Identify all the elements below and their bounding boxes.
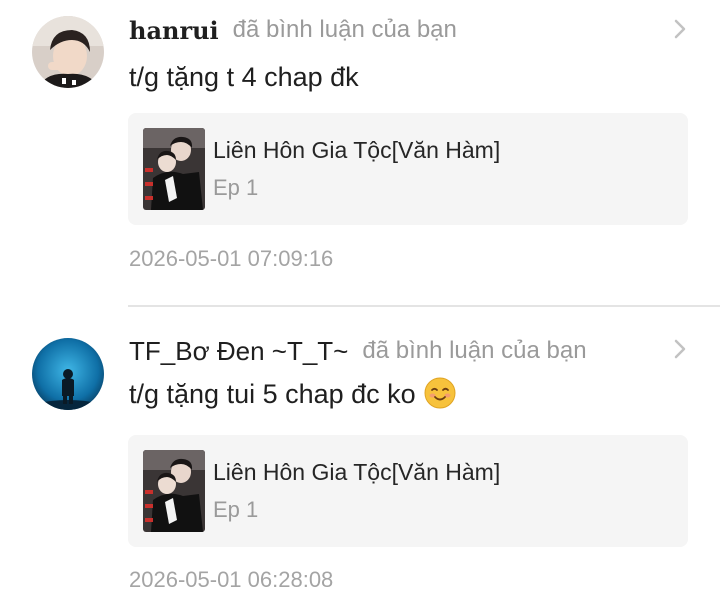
- action-text: đã bình luận của bạn: [232, 16, 457, 43]
- story-card[interactable]: Liên Hôn Gia Tộc[Văn Hàm] Ep 1: [128, 435, 688, 547]
- notification-item[interactable]: TF_Bơ Đen ~T_T~ đã bình luận của bạn t/g…: [0, 307, 720, 600]
- notification-item[interactable]: hanrui đã bình luận của bạn t/g tặng t 4…: [0, 0, 720, 305]
- smiling-face-icon: [424, 377, 456, 409]
- action-text: đã bình luận của bạn: [362, 337, 587, 364]
- timestamp: 2026-05-01 06:28:08: [129, 567, 334, 592]
- chevron-right-icon[interactable]: [671, 18, 689, 40]
- episode-label: Ep 1: [213, 175, 259, 200]
- story-thumbnail: [143, 450, 205, 532]
- story-title: Liên Hôn Gia Tộc[Văn Hàm]: [213, 137, 501, 163]
- story-card[interactable]: Liên Hôn Gia Tộc[Văn Hàm] Ep 1: [128, 113, 688, 225]
- notification-header: hanrui đã bình luận của bạn: [129, 10, 457, 50]
- timestamp: 2026-05-01 07:09:16: [129, 246, 334, 271]
- episode-label: Ep 1: [213, 497, 259, 522]
- story-title: Liên Hôn Gia Tộc[Văn Hàm]: [213, 459, 501, 485]
- notification-header: TF_Bơ Đen ~T_T~ đã bình luận của bạn: [129, 331, 587, 371]
- username[interactable]: TF_Bơ Đen ~T_T~: [129, 336, 348, 367]
- story-thumbnail: [143, 128, 205, 210]
- username[interactable]: hanrui: [129, 16, 219, 45]
- avatar[interactable]: [32, 16, 104, 88]
- chevron-right-icon[interactable]: [671, 338, 689, 360]
- comment-text: t/g tặng tui 5 chap đc ko: [129, 377, 456, 410]
- comment-text: t/g tặng t 4 chap đk: [129, 62, 359, 92]
- avatar[interactable]: [32, 338, 104, 410]
